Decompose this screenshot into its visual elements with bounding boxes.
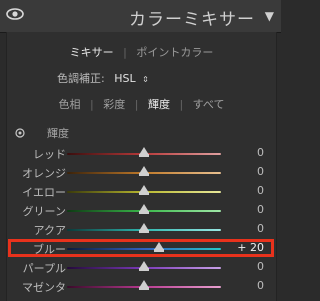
collapse-triangle-icon[interactable]: ▼ xyxy=(265,9,274,23)
tab-separator: | xyxy=(90,98,94,111)
slider-value[interactable]: 0 xyxy=(257,184,264,197)
slider-thumb-base[interactable] xyxy=(139,287,149,290)
slider-thumb-base[interactable] xyxy=(139,230,149,233)
slider-value[interactable]: 0 xyxy=(257,222,264,235)
slider-value[interactable]: 0 xyxy=(257,279,264,292)
slider-row: パープル 0 xyxy=(7,258,276,277)
hsl-tabs: 色相 | 彩度 | 輝度 | すべて xyxy=(7,96,276,112)
tab-all[interactable]: すべて xyxy=(193,96,225,112)
mode-separator: | xyxy=(123,46,127,59)
tab-luminance[interactable]: 輝度 xyxy=(148,96,170,112)
slider-row: マゼンタ 0 xyxy=(7,277,276,296)
target-adjust-icon[interactable] xyxy=(15,128,25,138)
tab-saturation[interactable]: 彩度 xyxy=(103,96,125,112)
slider-label: マゼンタ xyxy=(22,281,66,294)
updown-arrow-icon[interactable]: ⇕ xyxy=(142,75,149,84)
slider-value[interactable]: 0 xyxy=(257,260,264,273)
slider-thumb-base[interactable] xyxy=(139,211,149,214)
eye-icon[interactable] xyxy=(6,7,24,21)
slider-value[interactable]: 0 xyxy=(257,146,264,159)
slider-label: イエロー xyxy=(22,186,66,199)
mode-mixer[interactable]: ミキサー xyxy=(70,44,114,60)
adjust-label: 色調補正: xyxy=(57,72,105,85)
slider-row: レッド 0 xyxy=(7,144,276,163)
section-label: 輝度 xyxy=(47,127,69,140)
slider-thumb-base[interactable] xyxy=(139,173,149,176)
slider-label: レッド xyxy=(33,148,66,161)
panel-header: カラーミキサー ▼ xyxy=(0,0,281,33)
slider-thumb-base[interactable] xyxy=(139,154,149,157)
slider-label: グリーン xyxy=(22,205,66,218)
slider-row: アクア 0 xyxy=(7,220,276,239)
tab-separator: | xyxy=(179,98,184,111)
tab-hue[interactable]: 色相 xyxy=(59,96,81,112)
slider-label: アクア xyxy=(33,224,66,237)
slider-thumb-base[interactable] xyxy=(139,268,149,271)
mode-switcher: ミキサー | ポイントカラー xyxy=(7,44,276,60)
slider-label: オレンジ xyxy=(22,167,66,180)
slider-value[interactable]: 0 xyxy=(257,203,264,216)
adjust-value[interactable]: HSL xyxy=(114,72,135,85)
slider-thumb-base[interactable] xyxy=(139,192,149,195)
panel-title: カラーミキサー xyxy=(129,10,255,30)
slider-value[interactable]: 0 xyxy=(257,165,264,178)
slider-row: グリーン 0 xyxy=(7,201,276,220)
slider-label: パープル xyxy=(22,262,66,275)
slider-row: オレンジ 0 xyxy=(7,163,276,182)
mode-point-color[interactable]: ポイントカラー xyxy=(136,44,213,60)
tab-separator: | xyxy=(134,98,139,111)
slider-row: イエロー 0 xyxy=(7,182,276,201)
highlight-box xyxy=(8,239,274,257)
color-mixer-panel: ミキサー | ポイントカラー 色調補正: HSL ⇕ 色相 | 彩度 | 輝度 … xyxy=(6,32,277,301)
adjust-selector[interactable]: 色調補正: HSL ⇕ xyxy=(57,70,149,86)
